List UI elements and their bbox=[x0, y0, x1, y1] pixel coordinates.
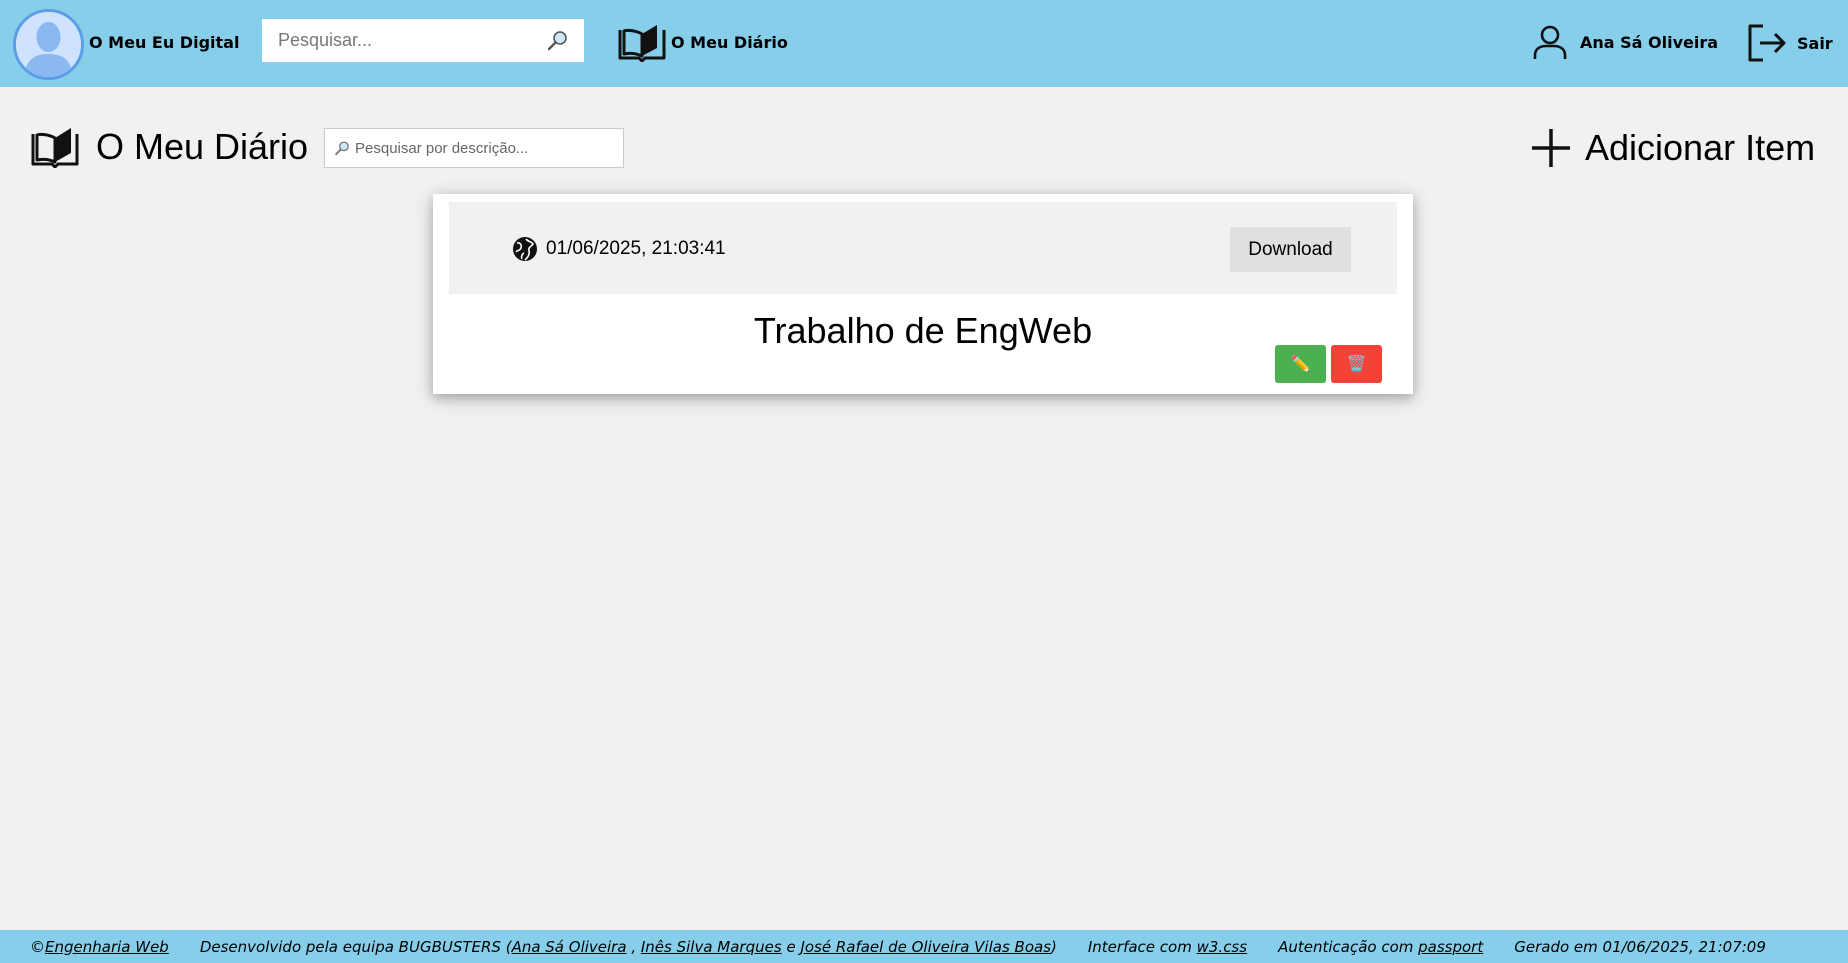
book-icon bbox=[618, 25, 666, 62]
dev-credit-suffix: ) bbox=[1051, 937, 1057, 956]
globe-icon bbox=[513, 237, 537, 261]
add-item-button[interactable]: Adicionar Item bbox=[1529, 126, 1815, 170]
diary-book-icon bbox=[31, 128, 79, 168]
nav-search-input[interactable] bbox=[262, 20, 532, 61]
dev-credit-prefix: Desenvolvido pela equipa BUGBUSTERS ( bbox=[199, 937, 512, 956]
logout-link[interactable]: Sair bbox=[1747, 23, 1833, 63]
footer: © Engenharia Web Desenvolvido pela equip… bbox=[0, 930, 1848, 963]
person-icon bbox=[1533, 25, 1567, 59]
download-button[interactable]: Download bbox=[1230, 227, 1351, 272]
plus-icon bbox=[1532, 129, 1570, 167]
member-separator: , bbox=[626, 937, 641, 956]
member-link-ines[interactable]: Inês Silva Marques bbox=[641, 938, 782, 956]
generated-timestamp: Gerado em 01/06/2025, 21:07:09 bbox=[1514, 937, 1766, 956]
edit-button[interactable]: ✏️ bbox=[1275, 345, 1326, 383]
member-separator: e bbox=[781, 937, 801, 956]
logout-icon bbox=[1748, 24, 1786, 62]
description-search-input[interactable] bbox=[351, 130, 611, 166]
search-icon[interactable] bbox=[546, 29, 570, 53]
trash-icon: 🗑️ bbox=[1346, 356, 1367, 373]
entry-title: Trabalho de EngWeb bbox=[753, 310, 1093, 351]
interface-credit: Interface com bbox=[1087, 937, 1197, 956]
avatar[interactable] bbox=[13, 9, 84, 80]
entry-date: 01/06/2025, 21:03:41 bbox=[546, 238, 726, 259]
nav-diario-link[interactable]: O Meu Diário bbox=[617, 20, 788, 64]
brand-link[interactable]: O Meu Eu Digital bbox=[89, 33, 239, 52]
passport-link[interactable]: passport bbox=[1418, 938, 1483, 956]
add-item-label: Adicionar Item bbox=[1585, 127, 1816, 168]
user-name: Ana Sá Oliveira bbox=[1580, 32, 1719, 52]
delete-button[interactable]: 🗑️ bbox=[1331, 345, 1382, 383]
search-icon bbox=[335, 140, 349, 155]
page-title: O Meu Diário bbox=[96, 126, 309, 167]
member-link-jose[interactable]: José Rafael de Oliveira Vilas Boas bbox=[800, 938, 1051, 956]
nav-search bbox=[262, 19, 584, 62]
description-search bbox=[324, 128, 624, 168]
logout-label: Sair bbox=[1797, 33, 1833, 53]
pencil-icon: ✏️ bbox=[1290, 356, 1311, 373]
member-link-ana[interactable]: Ana Sá Oliveira bbox=[512, 938, 627, 956]
copyright-symbol: © bbox=[30, 937, 45, 956]
nav-user-link[interactable]: Ana Sá Oliveira bbox=[1532, 24, 1718, 60]
auth-credit: Autenticação com bbox=[1278, 937, 1419, 956]
w3css-link[interactable]: w3.css bbox=[1197, 938, 1247, 956]
user-silhouette-icon bbox=[16, 12, 81, 77]
engweb-link[interactable]: Engenharia Web bbox=[45, 938, 169, 956]
top-navbar: O Meu Eu Digital O Meu Diário Ana Sá Oli… bbox=[0, 0, 1848, 87]
diary-entry-card bbox=[433, 194, 1413, 394]
nav-diario-label: O Meu Diário bbox=[671, 32, 788, 52]
